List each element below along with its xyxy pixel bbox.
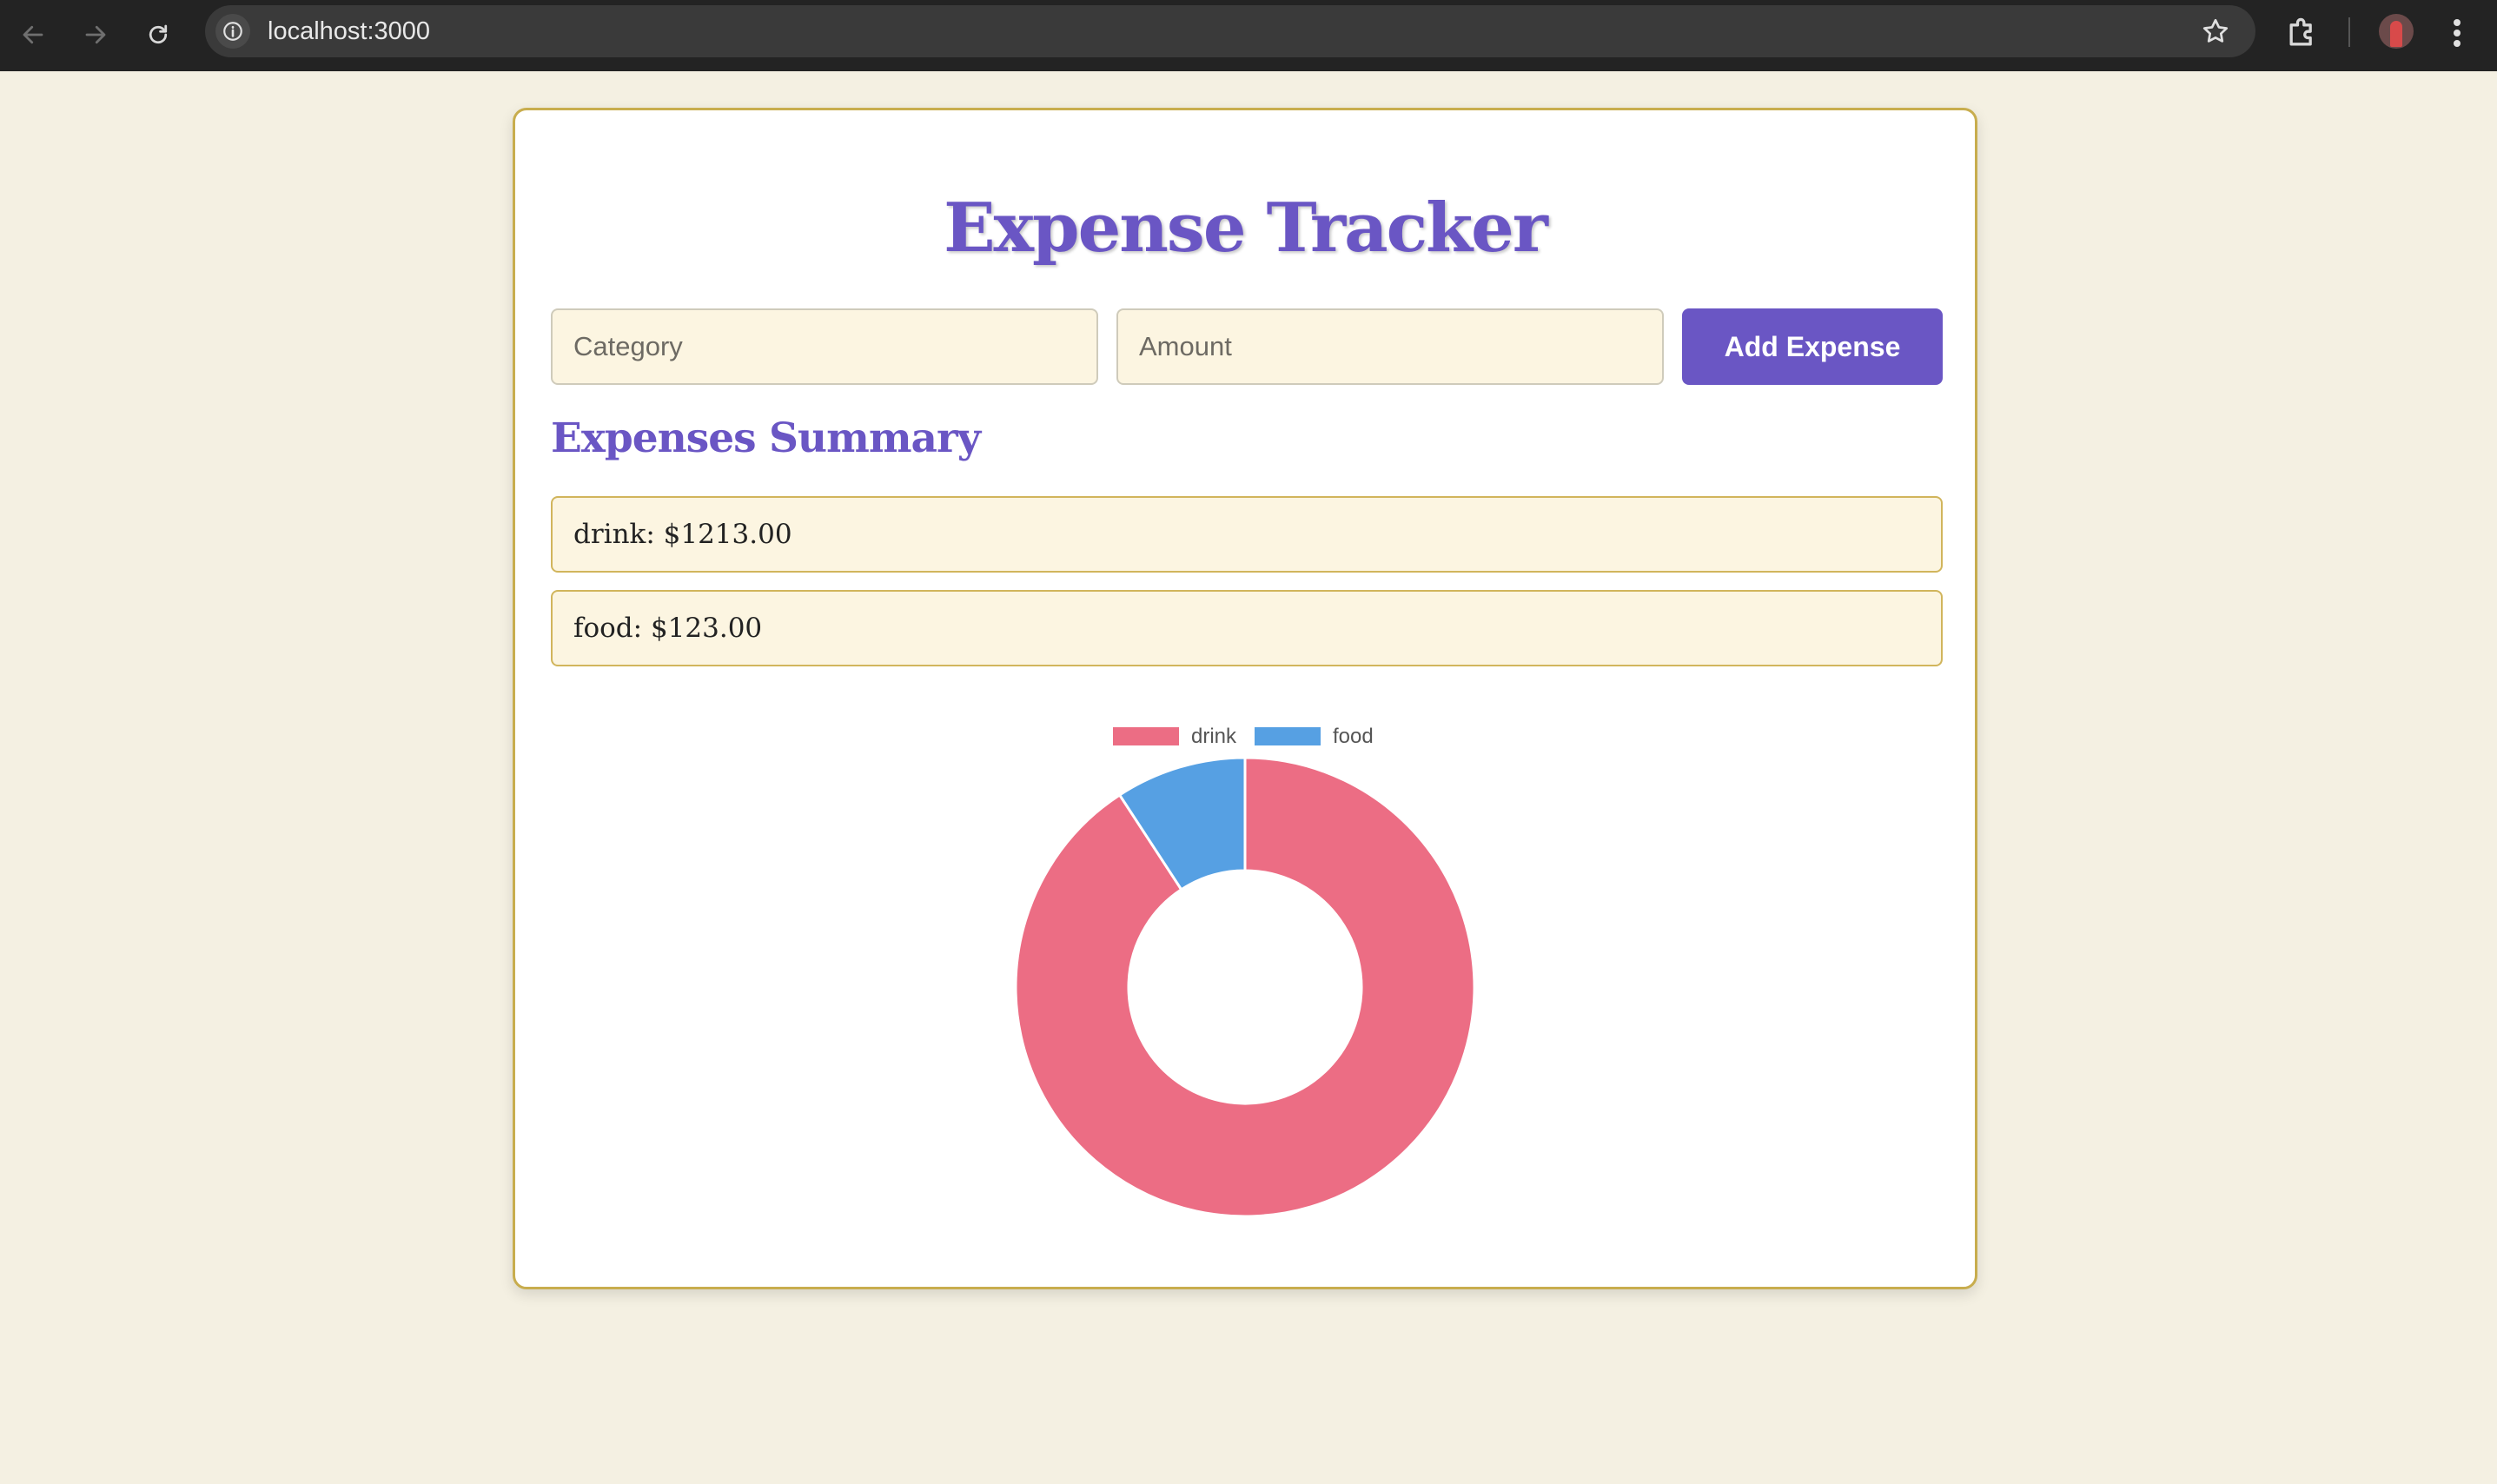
- summary-heading: Expenses Summary: [551, 414, 981, 462]
- extensions-puzzle-icon[interactable]: [2283, 14, 2321, 52]
- profile-avatar[interactable]: [2379, 14, 2414, 49]
- reload-button[interactable]: [136, 12, 181, 57]
- expense-chart-area: drink food: [515, 110, 1975, 1287]
- legend-item-food[interactable]: food: [1255, 725, 1374, 748]
- doughnut-chart: drink food: [1014, 725, 1476, 1218]
- legend-item-drink[interactable]: drink: [1113, 725, 1237, 748]
- address-bar[interactable]: localhost:3000: [205, 5, 2255, 57]
- url-text[interactable]: localhost:3000: [268, 17, 430, 46]
- legend-swatch: [1113, 727, 1179, 745]
- doughnut-slice-food[interactable]: [1117, 756, 1247, 891]
- page-title: Expense Tracker: [944, 189, 1548, 268]
- browser-toolbar: localhost:3000: [0, 0, 2497, 71]
- add-expense-button[interactable]: Add Expense: [1682, 308, 1943, 385]
- toolbar-divider: [2348, 17, 2350, 47]
- legend-label: food: [1333, 725, 1374, 748]
- arrow-right-icon: [85, 25, 106, 44]
- legend-label: drink: [1191, 725, 1237, 748]
- kebab-menu-icon[interactable]: [2448, 16, 2466, 50]
- expense-item: food: $123.00: [551, 590, 1943, 666]
- reload-icon: [149, 24, 168, 44]
- info-icon: [223, 22, 242, 41]
- doughnut-slice-drink[interactable]: [1014, 756, 1476, 1218]
- site-info-button[interactable]: [215, 14, 250, 49]
- forward-button[interactable]: [73, 12, 118, 57]
- expense-tracker-card: Expense Tracker Add Expense Expenses Sum…: [513, 108, 1977, 1289]
- legend-swatch: [1255, 727, 1321, 745]
- back-button[interactable]: [10, 12, 56, 57]
- arrow-left-icon: [23, 25, 43, 44]
- amount-input[interactable]: [1116, 308, 1664, 385]
- bookmark-star-icon[interactable]: [2200, 16, 2231, 47]
- category-input[interactable]: [551, 308, 1098, 385]
- expense-item: drink: $1213.00: [551, 496, 1943, 573]
